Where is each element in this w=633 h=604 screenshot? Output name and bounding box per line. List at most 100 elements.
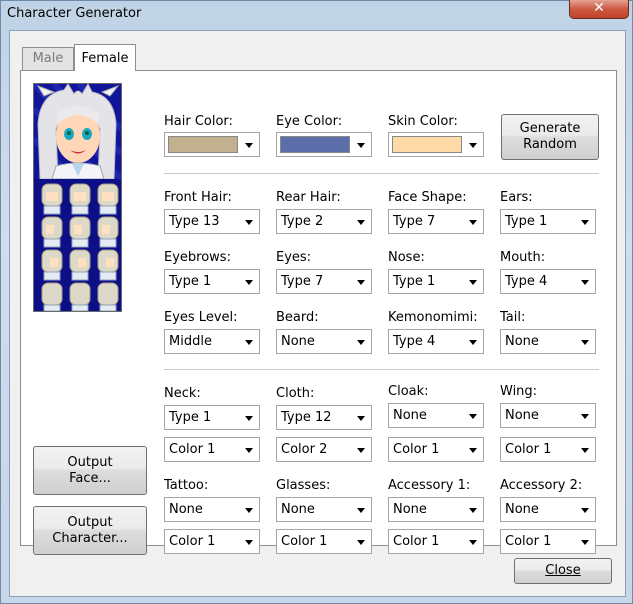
close-icon: ✕ [593, 0, 605, 16]
tail-value: None [505, 334, 539, 349]
generate-random-line2: Random [523, 137, 577, 152]
output-character-line1: Output [67, 514, 113, 530]
accessory1-color-value: Color 1 [393, 534, 440, 549]
chevron-down-icon [357, 508, 365, 513]
tab-male[interactable]: Male [22, 47, 74, 71]
cloth-type-select[interactable]: Type 12 [276, 405, 372, 430]
chevron-down-icon [357, 220, 365, 225]
generate-random-button[interactable]: Generate Random [501, 114, 599, 160]
tattoo-color-value: Color 1 [169, 534, 216, 549]
chevron-down-icon [469, 280, 477, 285]
neck-type-select[interactable]: Type 1 [164, 405, 260, 430]
nose-select[interactable]: Type 1 [388, 269, 484, 294]
chevron-down-icon [581, 508, 589, 513]
kemonomimi-select[interactable]: Type 4 [388, 329, 484, 354]
output-face-line1: Output [67, 454, 113, 470]
output-character-button[interactable]: Output Character... [33, 506, 147, 555]
tail-select[interactable]: None [500, 329, 596, 354]
beard-value: None [281, 334, 315, 349]
separator [164, 369, 599, 370]
face-shape-select[interactable]: Type 7 [388, 209, 484, 234]
cloth-type-value: Type 12 [281, 410, 332, 425]
front-hair-select[interactable]: Type 13 [164, 209, 260, 234]
window-title: Character Generator [7, 6, 142, 21]
cloak-label: Cloak: [388, 384, 429, 399]
chevron-down-icon [357, 143, 365, 148]
window-close-button[interactable]: ✕ [569, 0, 629, 19]
face-portrait-image [34, 84, 121, 179]
chevron-down-icon [357, 540, 365, 545]
chevron-down-icon [469, 508, 477, 513]
chevron-down-icon [245, 340, 253, 345]
mouth-select[interactable]: Type 4 [500, 269, 596, 294]
eyebrows-select[interactable]: Type 1 [164, 269, 260, 294]
chevron-down-icon [245, 143, 253, 148]
chevron-down-icon [581, 280, 589, 285]
rear-hair-label: Rear Hair: [276, 190, 341, 205]
output-face-line2: Face... [69, 470, 111, 486]
title-bar[interactable]: Character Generator ✕ [1, 0, 632, 29]
eyes-label: Eyes: [276, 250, 312, 265]
skin-color-label: Skin Color: [388, 114, 458, 129]
eyes-level-select[interactable]: Middle [164, 329, 260, 354]
beard-select[interactable]: None [276, 329, 372, 354]
cloak-type-value: None [393, 408, 427, 423]
front-hair-label: Front Hair: [164, 190, 232, 205]
output-face-button[interactable]: Output Face... [33, 446, 147, 495]
character-preview [33, 83, 122, 312]
accessory2-label: Accessory 2: [500, 478, 583, 493]
eye-color-swatch [280, 136, 350, 153]
chevron-down-icon [469, 220, 477, 225]
beard-label: Beard: [276, 310, 319, 325]
eyes-level-label: Eyes Level: [164, 310, 238, 325]
accessory1-type-select[interactable]: None [388, 497, 484, 522]
wing-color-value: Color 1 [505, 442, 552, 457]
eye-color-picker[interactable] [276, 132, 372, 157]
chevron-down-icon [469, 540, 477, 545]
face-shape-label: Face Shape: [388, 190, 467, 205]
chevron-down-icon [245, 416, 253, 421]
neck-color-select[interactable]: Color 1 [164, 437, 260, 462]
eyebrows-value: Type 1 [169, 274, 212, 289]
chevron-down-icon [469, 448, 477, 453]
mouth-value: Type 4 [505, 274, 548, 289]
accessory2-type-select[interactable]: None [500, 497, 596, 522]
wing-type-select[interactable]: None [500, 403, 596, 428]
front-hair-value: Type 13 [169, 214, 220, 229]
tattoo-type-select[interactable]: None [164, 497, 260, 522]
chevron-down-icon [581, 414, 589, 419]
tattoo-type-value: None [169, 502, 203, 517]
ears-select[interactable]: Type 1 [500, 209, 596, 234]
chevron-down-icon [581, 340, 589, 345]
kemonomimi-value: Type 4 [393, 334, 436, 349]
accessory2-color-value: Color 1 [505, 534, 552, 549]
glasses-color-select[interactable]: Color 1 [276, 529, 372, 554]
accessory1-color-select[interactable]: Color 1 [388, 529, 484, 554]
nose-value: Type 1 [393, 274, 436, 289]
eyebrows-label: Eyebrows: [164, 250, 231, 265]
accessory1-label: Accessory 1: [388, 478, 471, 493]
cloth-label: Cloth: [276, 386, 315, 401]
glasses-type-select[interactable]: None [276, 497, 372, 522]
chevron-down-icon [357, 340, 365, 345]
nose-label: Nose: [388, 250, 425, 265]
kemonomimi-label: Kemonomimi: [388, 310, 478, 325]
face-shape-value: Type 7 [393, 214, 436, 229]
tab-female[interactable]: Female [74, 44, 136, 71]
hair-color-swatch [168, 136, 238, 153]
hair-color-picker[interactable] [164, 132, 260, 157]
tattoo-color-select[interactable]: Color 1 [164, 529, 260, 554]
cloth-color-select[interactable]: Color 2 [276, 437, 372, 462]
cloak-type-select[interactable]: None [388, 403, 484, 428]
glasses-color-value: Color 1 [281, 534, 328, 549]
cloak-color-select[interactable]: Color 1 [388, 437, 484, 462]
neck-type-value: Type 1 [169, 410, 212, 425]
eyes-select[interactable]: Type 7 [276, 269, 372, 294]
skin-color-picker[interactable] [388, 132, 484, 157]
accessory2-color-select[interactable]: Color 1 [500, 529, 596, 554]
rear-hair-select[interactable]: Type 2 [276, 209, 372, 234]
output-character-line2: Character... [52, 530, 128, 546]
neck-color-value: Color 1 [169, 442, 216, 457]
wing-color-select[interactable]: Color 1 [500, 437, 596, 462]
close-button[interactable]: Close [514, 558, 612, 584]
